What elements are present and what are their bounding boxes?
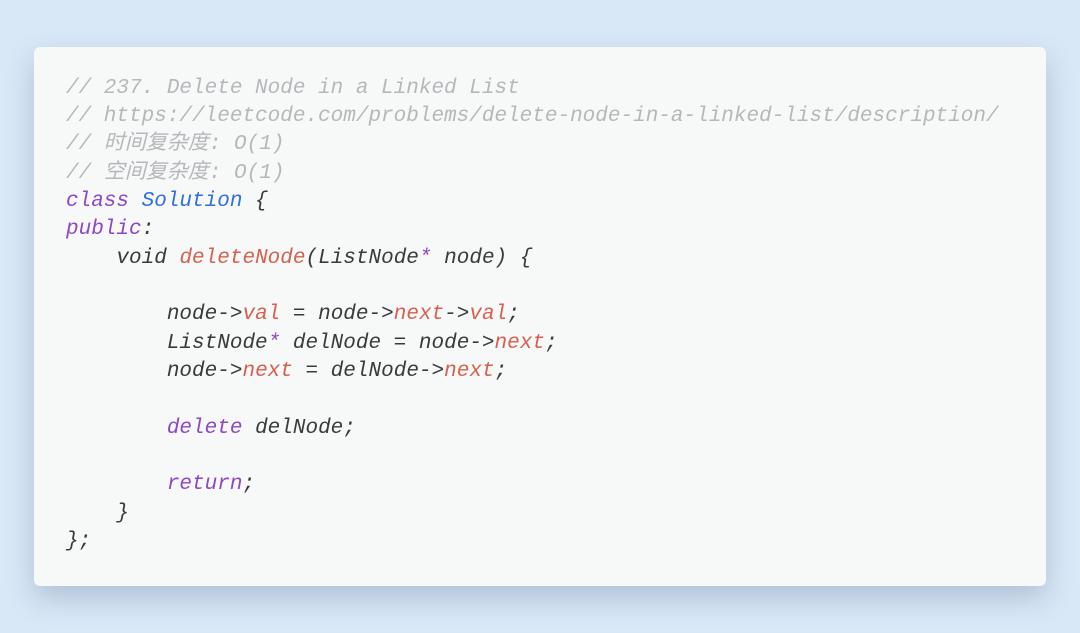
member: next	[394, 303, 444, 326]
code-card: // 237. Delete Node in a Linked List // …	[34, 47, 1046, 587]
indent	[66, 247, 116, 270]
type: ListNode	[167, 332, 268, 355]
member: next	[495, 332, 545, 355]
arrow: ->	[444, 303, 469, 326]
indent	[66, 502, 116, 525]
arrow: ->	[469, 332, 494, 355]
star: *	[268, 332, 281, 355]
arrow: ->	[217, 303, 242, 326]
decl: delNode =	[280, 332, 419, 355]
code-block: // 237. Delete Node in a Linked List // …	[66, 75, 1014, 557]
semi: ;	[242, 473, 255, 496]
var: node	[318, 303, 368, 326]
member: next	[444, 360, 494, 383]
member: next	[242, 360, 292, 383]
space	[242, 417, 255, 440]
arrow: ->	[217, 360, 242, 383]
member: val	[469, 303, 507, 326]
class-name: Solution	[142, 190, 243, 213]
brace: {	[242, 190, 267, 213]
function-name: deleteNode	[179, 247, 305, 270]
member: val	[242, 303, 280, 326]
var: delNode	[255, 417, 343, 440]
semi: ;	[495, 360, 508, 383]
brace-close-outer: };	[66, 530, 91, 553]
var: node	[167, 303, 217, 326]
var: node	[167, 360, 217, 383]
comment-line: // https://leetcode.com/problems/delete-…	[66, 105, 999, 128]
keyword-return: return	[167, 473, 243, 496]
semi: ;	[507, 303, 520, 326]
arrow: ->	[369, 303, 394, 326]
semi: ;	[343, 417, 356, 440]
semi: ;	[545, 332, 558, 355]
comment-line: // 时间复杂度: O(1)	[66, 133, 284, 156]
return-type: void	[116, 247, 166, 270]
var: delNode	[331, 360, 419, 383]
comment-line: // 空间复杂度: O(1)	[66, 162, 284, 185]
keyword-delete: delete	[167, 417, 243, 440]
indent	[66, 303, 167, 326]
indent	[66, 417, 167, 440]
keyword-public: public	[66, 218, 142, 241]
var: node	[419, 332, 469, 355]
indent	[66, 473, 167, 496]
star: *	[419, 247, 432, 270]
indent	[66, 360, 167, 383]
comment-line: // 237. Delete Node in a Linked List	[66, 77, 520, 100]
indent	[66, 332, 167, 355]
paren-close: ) {	[495, 247, 533, 270]
brace-close: }	[116, 502, 129, 525]
colon: :	[142, 218, 155, 241]
param-name: node	[432, 247, 495, 270]
paren: (	[305, 247, 318, 270]
keyword-class: class	[66, 190, 129, 213]
eq: =	[280, 303, 318, 326]
param-type: ListNode	[318, 247, 419, 270]
eq: =	[293, 360, 331, 383]
arrow: ->	[419, 360, 444, 383]
